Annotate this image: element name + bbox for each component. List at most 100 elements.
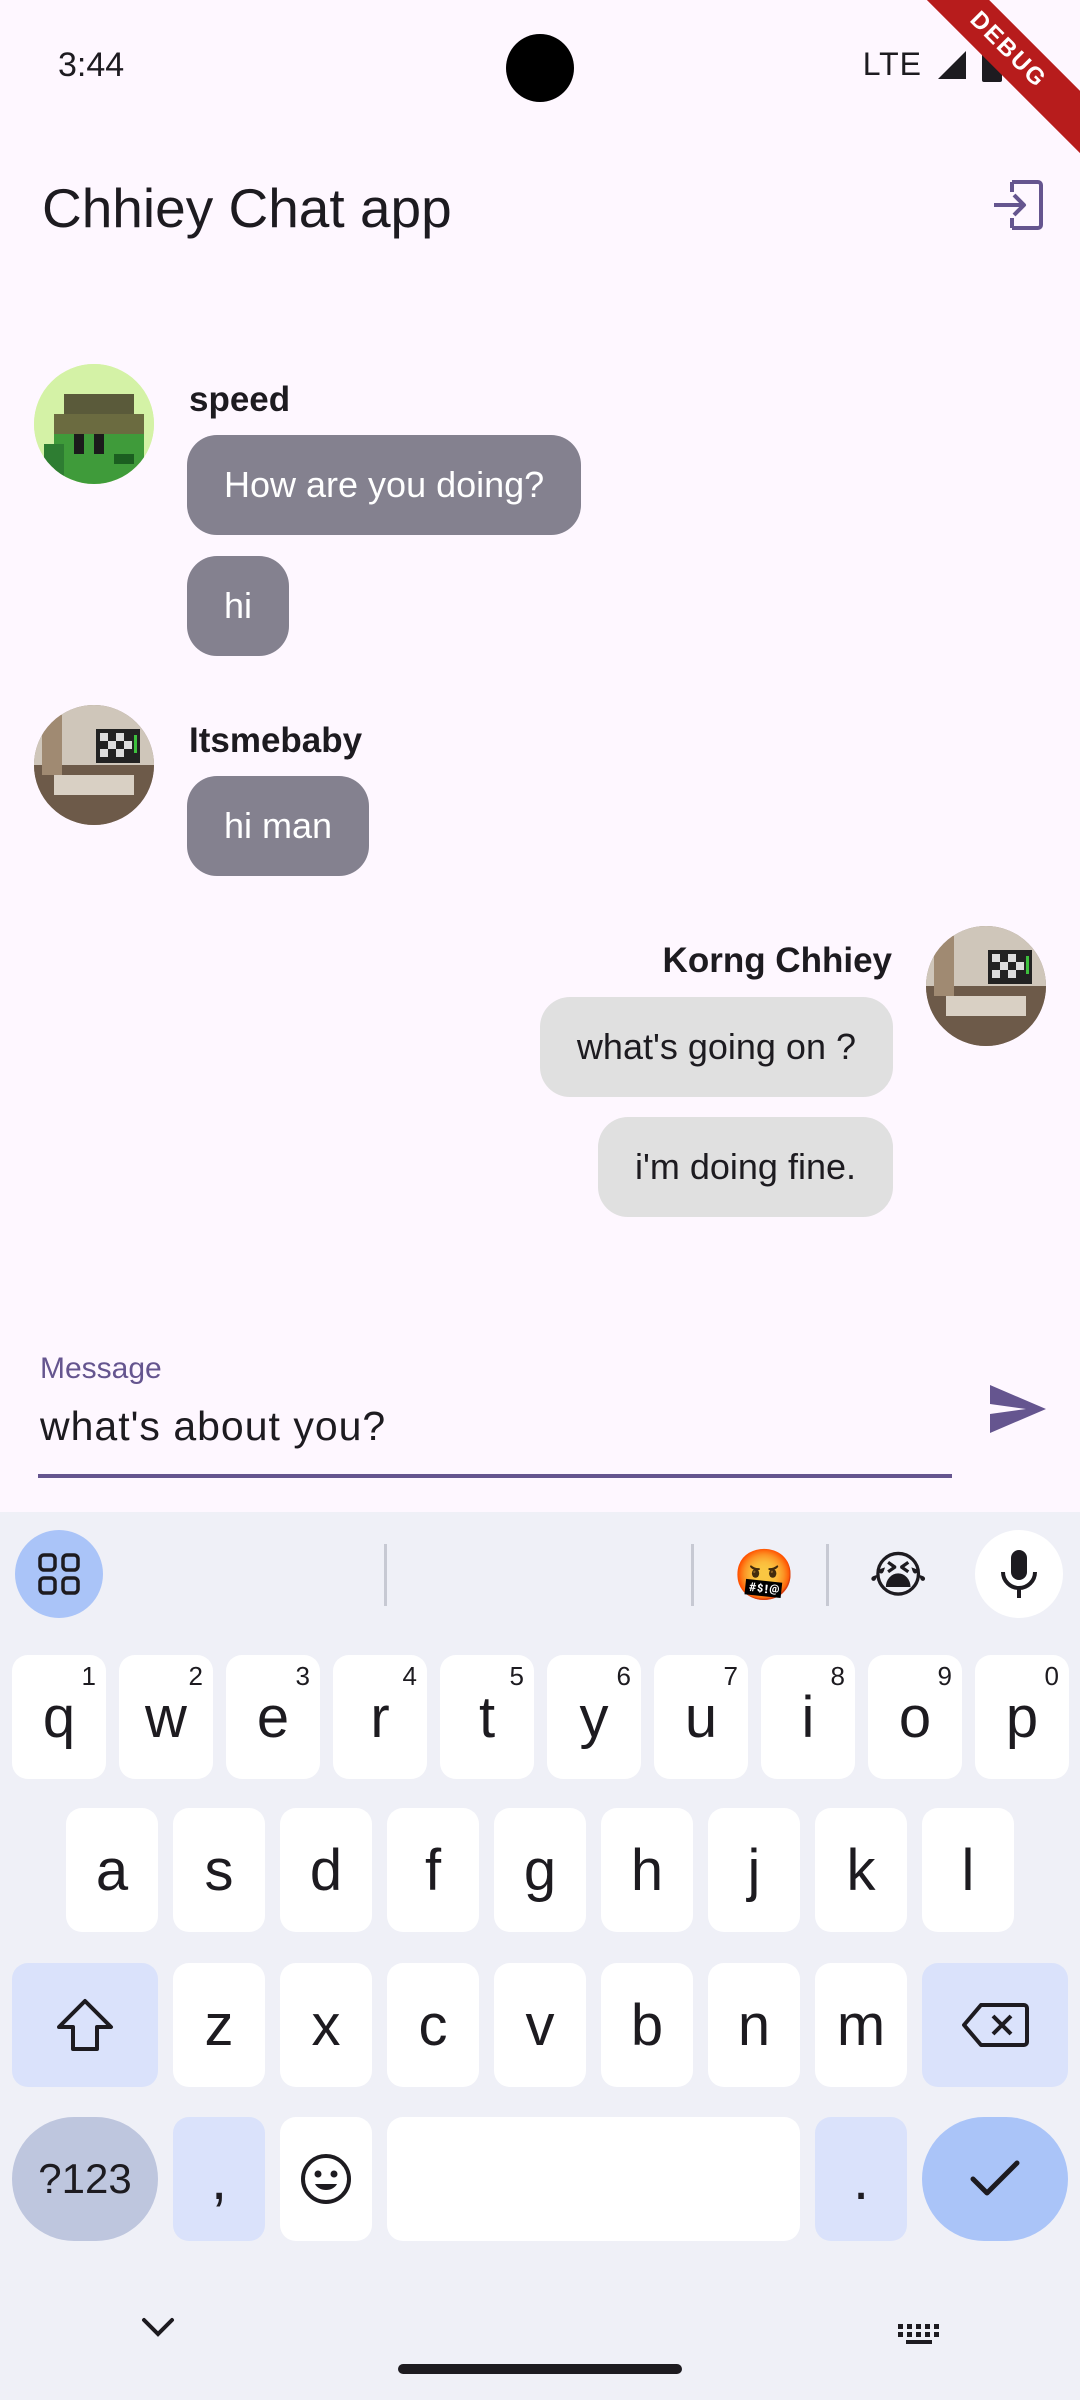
- backspace-key[interactable]: [922, 1963, 1068, 2087]
- message-bubble[interactable]: what's going on ?: [539, 997, 893, 1097]
- message-bubble[interactable]: hi: [187, 556, 290, 656]
- comma-key[interactable]: ,: [173, 2117, 265, 2241]
- key-hint: 0: [1044, 1661, 1059, 1691]
- message-input-underline: [38, 1474, 952, 1478]
- key-letter: q: [42, 1684, 76, 1750]
- shift-key[interactable]: [12, 1963, 158, 2087]
- toolbar-divider: [384, 1544, 387, 1606]
- avatar-korng-chhiey[interactable]: [926, 926, 1046, 1046]
- microphone-icon: [1001, 1550, 1037, 1598]
- space-key[interactable]: [387, 2117, 800, 2241]
- key-u[interactable]: u7: [654, 1655, 748, 1779]
- signal-icon: [938, 50, 966, 79]
- key-x[interactable]: x: [280, 1963, 372, 2087]
- smiley-icon: [301, 2154, 351, 2204]
- backspace-icon: [962, 2003, 1029, 2047]
- key-w[interactable]: w2: [119, 1655, 213, 1779]
- camera-cutout: [506, 34, 574, 102]
- key-e[interactable]: e3: [226, 1655, 320, 1779]
- voice-input-button[interactable]: [975, 1530, 1063, 1618]
- room-photo-avatar: [926, 926, 1046, 1046]
- key-hint: 7: [723, 1661, 738, 1691]
- hide-keyboard-button[interactable]: [140, 2316, 176, 2343]
- send-icon: [990, 1385, 1046, 1433]
- key-k[interactable]: k: [815, 1808, 907, 1932]
- room-photo-avatar: [34, 705, 154, 825]
- key-letter: i: [801, 1684, 815, 1750]
- key-letter: t: [478, 1684, 496, 1750]
- key-letter: y: [579, 1684, 609, 1750]
- key-i[interactable]: i8: [761, 1655, 855, 1779]
- key-h[interactable]: h: [601, 1808, 693, 1932]
- send-button[interactable]: [978, 1374, 1058, 1444]
- key-hint: 3: [295, 1661, 310, 1691]
- key-y[interactable]: y6: [547, 1655, 641, 1779]
- key-letter: p: [1005, 1684, 1039, 1750]
- logout-icon: [994, 180, 1043, 230]
- key-hint: 6: [616, 1661, 631, 1691]
- pixel-art-avatar: [34, 364, 154, 484]
- period-key[interactable]: .: [815, 2117, 907, 2241]
- app-title: Chhiey Chat app: [42, 177, 452, 239]
- chevron-down-icon: [142, 2318, 174, 2337]
- key-hint: 8: [830, 1661, 845, 1691]
- symbols-key[interactable]: ?123: [12, 2117, 158, 2241]
- sender-name: Korng Chhiey: [662, 941, 892, 980]
- key-v[interactable]: v: [494, 1963, 586, 2087]
- logout-button[interactable]: [982, 170, 1052, 240]
- sender-name: speed: [189, 380, 291, 419]
- message-bubble[interactable]: How are you doing?: [187, 435, 582, 535]
- keyboard-switcher-button[interactable]: [896, 2322, 942, 2351]
- toolbar-divider: [691, 1544, 694, 1606]
- key-q[interactable]: q1: [12, 1655, 106, 1779]
- key-letter: r: [370, 1684, 390, 1750]
- avatar-itsmebaby[interactable]: [34, 705, 154, 825]
- keyboard-icon: [898, 2324, 939, 2344]
- sender-name: Itsmebaby: [189, 721, 363, 760]
- key-hint: 2: [188, 1661, 203, 1691]
- keyboard-toolbar: 🤬 😭: [0, 1512, 1080, 1632]
- message-field-label: Message: [40, 1352, 162, 1385]
- key-hint: 5: [509, 1661, 524, 1691]
- toolbar-divider: [826, 1544, 829, 1606]
- shift-icon: [57, 1999, 113, 2051]
- key-j[interactable]: j: [708, 1808, 800, 1932]
- key-f[interactable]: f: [387, 1808, 479, 1932]
- key-hint: 4: [402, 1661, 417, 1691]
- message-input[interactable]: [40, 1396, 950, 1456]
- key-g[interactable]: g: [494, 1808, 586, 1932]
- key-l[interactable]: l: [922, 1808, 1014, 1932]
- key-n[interactable]: n: [708, 1963, 800, 2087]
- keyboard-apps-button[interactable]: [15, 1530, 103, 1618]
- key-a[interactable]: a: [66, 1808, 158, 1932]
- message-bubble[interactable]: i'm doing fine.: [598, 1117, 893, 1217]
- key-d[interactable]: d: [280, 1808, 372, 1932]
- avatar-speed[interactable]: [34, 364, 154, 484]
- app-bar: Chhiey Chat app: [0, 150, 1080, 270]
- emoji-suggestion[interactable]: 🤬: [733, 1540, 795, 1610]
- key-o[interactable]: o9: [868, 1655, 962, 1779]
- enter-key[interactable]: [922, 2117, 1068, 2241]
- home-indicator[interactable]: [398, 2364, 682, 2374]
- key-letter: w: [145, 1684, 187, 1750]
- network-type: LTE: [862, 46, 922, 82]
- key-letter: o: [898, 1684, 932, 1750]
- key-z[interactable]: z: [173, 1963, 265, 2087]
- status-bar: 3:44 LTE DEBUG: [0, 0, 1080, 158]
- emoji-key[interactable]: [280, 2117, 372, 2241]
- message-bubble[interactable]: hi man: [187, 776, 370, 876]
- checkmark-icon: [970, 2160, 1020, 2196]
- key-c[interactable]: c: [387, 1963, 479, 2087]
- key-hint: 9: [937, 1661, 952, 1691]
- soft-keyboard: 🤬 😭 q1 w2 e3 r4 t5 y6 u7 i8 o9 p0 a s d …: [0, 1512, 1080, 2400]
- key-hint: 1: [81, 1661, 96, 1691]
- grid-icon: [38, 1553, 80, 1595]
- key-m[interactable]: m: [815, 1963, 907, 2087]
- key-t[interactable]: t5: [440, 1655, 534, 1779]
- key-p[interactable]: p0: [975, 1655, 1069, 1779]
- emoji-suggestion[interactable]: 😭: [869, 1540, 927, 1610]
- key-r[interactable]: r4: [333, 1655, 427, 1779]
- key-letter: u: [684, 1684, 718, 1750]
- key-s[interactable]: s: [173, 1808, 265, 1932]
- key-b[interactable]: b: [601, 1963, 693, 2087]
